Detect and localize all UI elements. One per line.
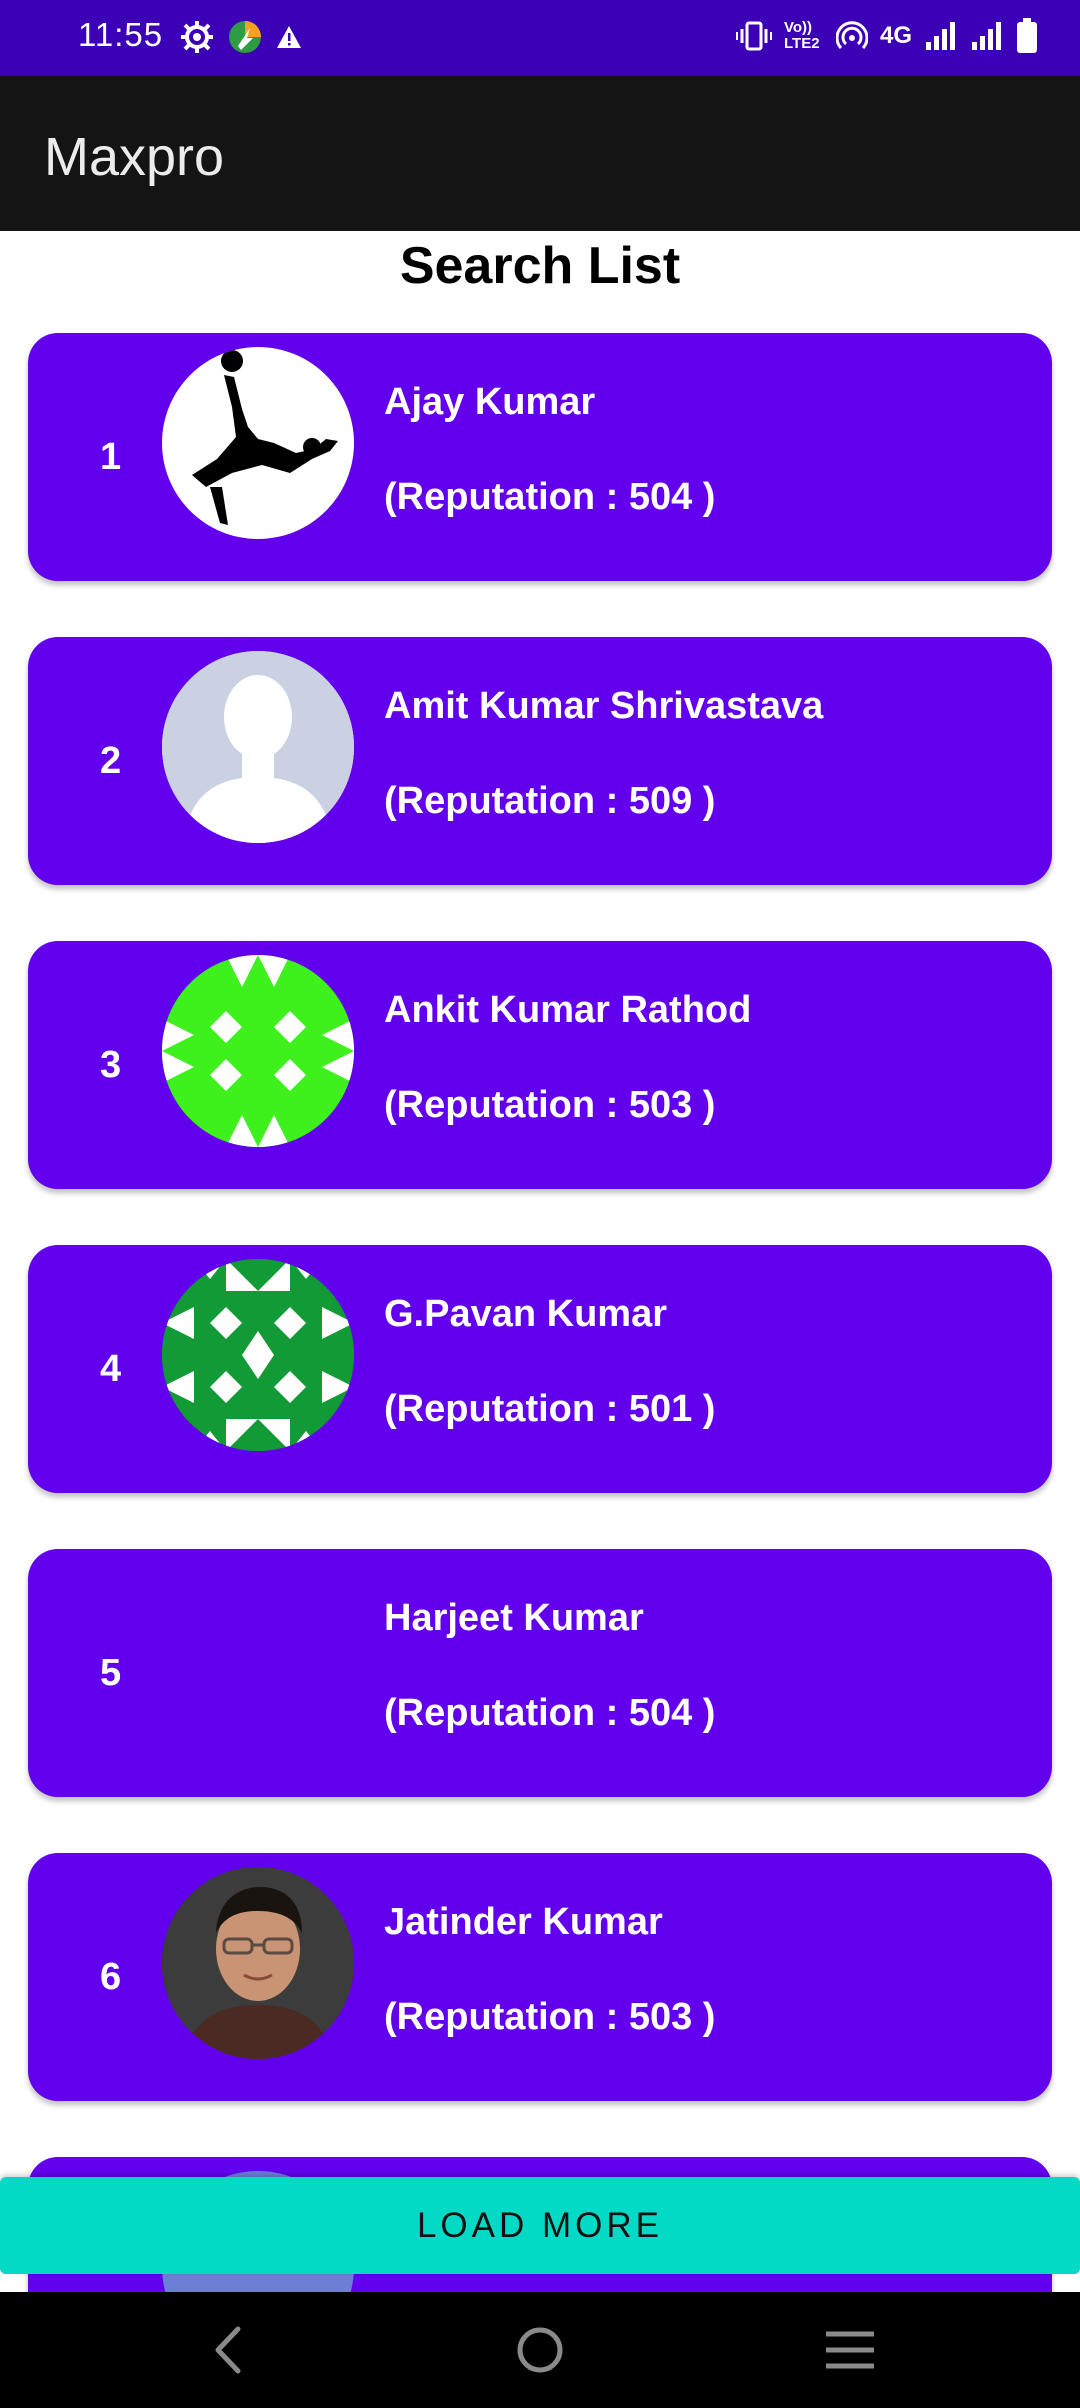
rank-number: 5 [100,1651,122,1694]
status-bar: 11:55 Vo)) LTE2 4G [0,0,1080,76]
list-item[interactable]: 1 Ajay Kumar (Reputation : 504 ) [28,333,1052,581]
signal-icon [972,22,1001,50]
reputation: (Reputation : 504 ) [384,1692,716,1734]
user-name: Harjeet Kumar [384,1597,644,1639]
list-item[interactable]: 6 Jatinder Kumar (Reputation : 503 ) [28,1853,1052,2101]
reputation: (Reputation : 503 ) [384,1996,716,2038]
list-item[interactable]: 3 Ankit Kumar Rathod (Reputation : 503 ) [28,941,1052,1189]
volte-icon: Vo)) LTE2 [783,19,820,52]
avatar [162,651,354,843]
load-more-button[interactable]: LOAD MORE [0,2177,1080,2274]
list-item[interactable]: 2 Amit Kumar Shrivastava (Reputation : 5… [28,637,1052,885]
user-name: G.Pavan Kumar [384,1293,667,1335]
dark-green-identicon-icon [162,1259,354,1451]
user-name: Amit Kumar Shrivastava [384,685,824,727]
footballer-silhouette-icon [192,350,338,525]
app-title: Maxpro [44,127,225,187]
user-name: Ajay Kumar [384,381,596,423]
user-name: Ankit Kumar Rathod [384,989,752,1031]
avatar [162,955,354,1147]
app-bar: Maxpro [0,76,1080,231]
hotspot-icon [835,21,868,50]
app-badge-icon [229,21,261,53]
avatar [162,1259,354,1451]
menu-button[interactable] [790,2292,910,2408]
green-identicon-icon [162,955,354,1147]
reputation: (Reputation : 503 ) [384,1084,716,1126]
network-type: 4G [879,22,912,49]
back-button[interactable] [168,2292,288,2408]
home-button[interactable] [480,2292,600,2408]
list-item[interactable]: 4 G.Pavan Kumar (Reputation : 501 ) [28,1245,1052,1493]
back-icon [215,2326,241,2374]
rank-number: 3 [100,1043,122,1086]
signal-4g-icon [926,22,955,50]
battery-icon [1017,18,1037,53]
user-name: Jatinder Kumar [384,1901,663,1943]
home-icon [517,2327,563,2373]
reputation: (Reputation : 501 ) [384,1388,716,1430]
default-person-icon [162,651,354,843]
rank-number: 1 [100,435,122,478]
profile-photo-icon [162,1867,354,2059]
rank-number: 6 [100,1955,122,1998]
page-title: Search List [399,237,681,295]
gear-icon [181,21,213,53]
warning-icon [277,26,301,48]
menu-icon [826,2331,874,2369]
rank-number: 2 [100,739,122,782]
vibrate-icon [735,21,772,51]
reputation: (Reputation : 504 ) [384,476,716,518]
avatar [162,1867,354,2059]
navigation-bar [0,2292,1080,2408]
list-item[interactable]: 5 Harjeet Kumar (Reputation : 504 ) [28,1549,1052,1797]
rank-number: 4 [100,1347,122,1390]
status-time: 11:55 [78,16,164,53]
avatar [162,347,354,539]
reputation: (Reputation : 509 ) [384,780,716,822]
